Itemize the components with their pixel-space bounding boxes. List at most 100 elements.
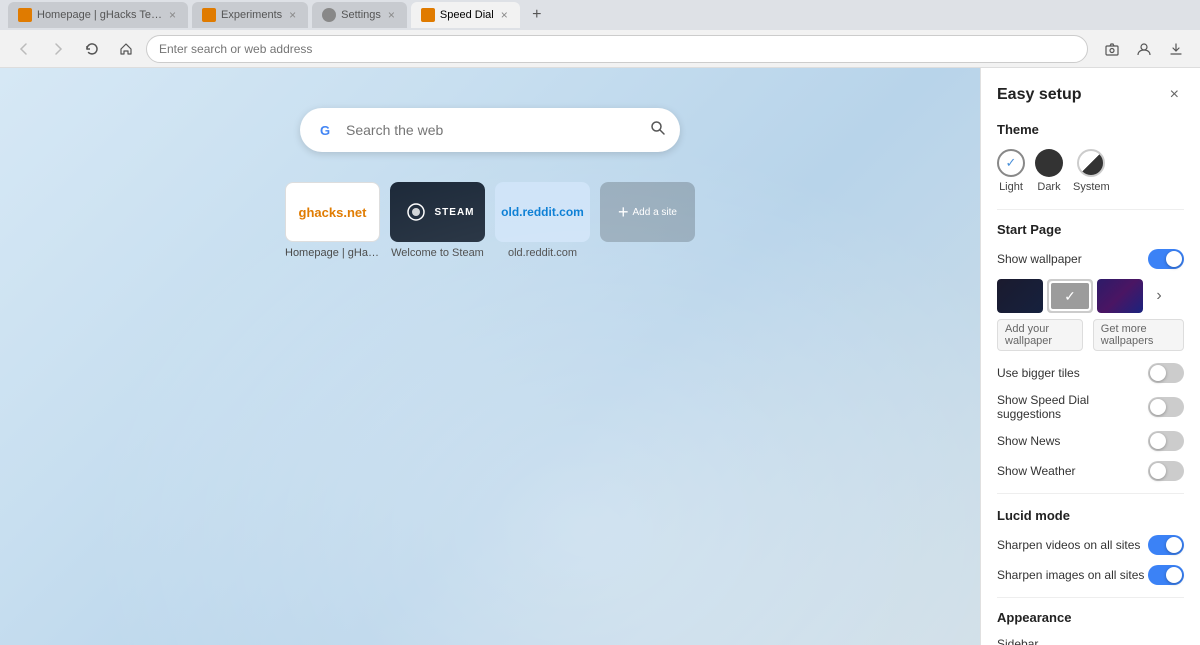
show-weather-toggle[interactable]	[1148, 461, 1184, 481]
sharpen-videos-row: Sharpen videos on all sites	[997, 535, 1184, 555]
tab-label-settings: Settings	[341, 9, 381, 21]
sidebar-section-label: Sidebar	[997, 637, 1184, 645]
tab-speed-dial[interactable]: Speed Dial ×	[411, 2, 520, 28]
speed-dial-thumb-add: + Add a site	[600, 182, 695, 242]
sharpen-images-row: Sharpen images on all sites	[997, 565, 1184, 585]
theme-circle-light: ✓	[997, 149, 1025, 177]
theme-section-title: Theme	[997, 122, 1184, 137]
bigger-tiles-row: Use bigger tiles	[997, 363, 1184, 383]
speed-dial-thumb-ghacks: ghacks.net	[285, 182, 380, 242]
search-submit-icon[interactable]	[650, 120, 666, 141]
easy-setup-panel: Easy setup × Theme ✓ Light Dark System S…	[980, 68, 1200, 645]
wallpaper-thumb-1[interactable]	[997, 279, 1043, 313]
new-tab-button[interactable]: +	[524, 2, 550, 28]
profile-icon[interactable]	[1130, 35, 1158, 63]
divider-1	[997, 209, 1184, 210]
wallpaper-thumb-3[interactable]	[1097, 279, 1143, 313]
toggle-knob	[1150, 365, 1166, 381]
show-wallpaper-toggle[interactable]	[1148, 249, 1184, 269]
speed-dial-label-reddit: old.reddit.com	[495, 247, 590, 259]
toggle-knob	[1166, 251, 1182, 267]
theme-label-dark: Dark	[1037, 181, 1060, 193]
theme-option-dark[interactable]: Dark	[1035, 149, 1063, 193]
wallpaper-thumb-2[interactable]	[1047, 279, 1093, 313]
theme-option-light[interactable]: ✓ Light	[997, 149, 1025, 193]
reload-button[interactable]	[78, 35, 106, 63]
home-button[interactable]	[112, 35, 140, 63]
forward-button[interactable]	[44, 35, 72, 63]
panel-header: Easy setup ×	[997, 84, 1184, 106]
tab-settings[interactable]: Settings ×	[312, 2, 407, 28]
start-page-section-title: Start Page	[997, 222, 1184, 237]
theme-label-system: System	[1073, 181, 1110, 193]
bigger-tiles-toggle[interactable]	[1148, 363, 1184, 383]
browser-chrome: Homepage | gHacks Tech... × Experiments …	[0, 0, 1200, 68]
tab-close-settings[interactable]: ×	[386, 6, 397, 24]
theme-circle-dark	[1035, 149, 1063, 177]
steam-logo: STEAM	[401, 202, 475, 222]
sharpen-images-label: Sharpen images on all sites	[997, 568, 1148, 582]
speed-dial-tile-add[interactable]: + Add a site	[600, 182, 695, 259]
search-bar[interactable]: G	[300, 108, 680, 152]
tab-favicon-experiments	[202, 8, 216, 22]
bigger-tiles-label: Use bigger tiles	[997, 366, 1148, 380]
download-icon[interactable]	[1162, 35, 1190, 63]
speed-dial-label-ghacks: Homepage | gHack...	[285, 247, 380, 259]
tab-close-experiments[interactable]: ×	[287, 6, 298, 24]
sharpen-images-toggle[interactable]	[1148, 565, 1184, 585]
panel-title: Easy setup	[997, 86, 1081, 104]
tab-close-ghacks[interactable]: ×	[167, 6, 178, 24]
toolbar-icons	[1098, 35, 1190, 63]
panel-close-button[interactable]: ×	[1165, 84, 1184, 106]
wallpaper-section: › Add your wallpaper Get more wallpapers	[997, 279, 1184, 351]
speed-dial-tile-steam[interactable]: STEAM Welcome to Steam	[390, 182, 485, 259]
speed-dial-thumb-steam: STEAM	[390, 182, 485, 242]
tab-label-ghacks: Homepage | gHacks Tech...	[37, 9, 162, 21]
divider-2	[997, 493, 1184, 494]
tab-close-speed-dial[interactable]: ×	[499, 6, 510, 24]
add-site-label-inline: Add a site	[633, 207, 677, 218]
address-input[interactable]	[159, 42, 1075, 56]
toggle-knob	[1150, 433, 1166, 449]
camera-icon[interactable]	[1098, 35, 1126, 63]
theme-option-system[interactable]: System	[1073, 149, 1110, 193]
toggle-knob	[1166, 567, 1182, 583]
title-bar: Homepage | gHacks Tech... × Experiments …	[0, 0, 1200, 30]
theme-options: ✓ Light Dark System	[997, 149, 1184, 193]
wallpaper-more-button[interactable]: ›	[1147, 279, 1171, 313]
tab-favicon-ghacks	[18, 8, 32, 22]
tab-label-experiments: Experiments	[221, 9, 282, 21]
reddit-logo-text: old.reddit.com	[501, 205, 584, 219]
speed-dial-tile-ghacks[interactable]: ghacks.net Homepage | gHack...	[285, 182, 380, 259]
toggle-knob	[1150, 463, 1166, 479]
toggle-knob	[1150, 399, 1166, 415]
speed-dial-suggestions-toggle[interactable]	[1148, 397, 1184, 417]
speed-dial-label-add	[600, 247, 695, 259]
theme-label-light: Light	[999, 181, 1023, 193]
speed-dial-suggestions-row: Show Speed Dial suggestions	[997, 393, 1184, 421]
lucid-mode-section-title: Lucid mode	[997, 508, 1184, 523]
theme-check-light: ✓	[1006, 155, 1017, 171]
tab-ghacks[interactable]: Homepage | gHacks Tech... ×	[8, 2, 188, 28]
show-wallpaper-label: Show wallpaper	[997, 252, 1148, 266]
content-area: G ghacks.net Homepage | gHack...	[0, 68, 1200, 645]
sharpen-videos-toggle[interactable]	[1148, 535, 1184, 555]
search-input[interactable]	[346, 122, 640, 138]
tab-favicon-settings	[322, 8, 336, 22]
tab-experiments[interactable]: Experiments ×	[192, 2, 308, 28]
steam-logo-label: STEAM	[435, 207, 475, 218]
get-more-wallpapers-link[interactable]: Get more wallpapers	[1093, 319, 1184, 351]
appearance-section-title: Appearance	[997, 610, 1184, 625]
wallpaper-thumbs-row: ›	[997, 279, 1184, 313]
speed-dial-thumb-reddit: old.reddit.com	[495, 182, 590, 242]
speed-dial-suggestions-label: Show Speed Dial suggestions	[997, 393, 1148, 421]
back-button[interactable]	[10, 35, 38, 63]
speed-dial-tile-reddit[interactable]: old.reddit.com old.reddit.com	[495, 182, 590, 259]
show-news-toggle[interactable]	[1148, 431, 1184, 451]
google-g-letter: G	[320, 123, 330, 138]
theme-circle-system	[1077, 149, 1105, 177]
sharpen-videos-label: Sharpen videos on all sites	[997, 538, 1148, 552]
add-wallpaper-link[interactable]: Add your wallpaper	[997, 319, 1083, 351]
show-news-label: Show News	[997, 434, 1148, 448]
wave-background	[0, 68, 980, 645]
